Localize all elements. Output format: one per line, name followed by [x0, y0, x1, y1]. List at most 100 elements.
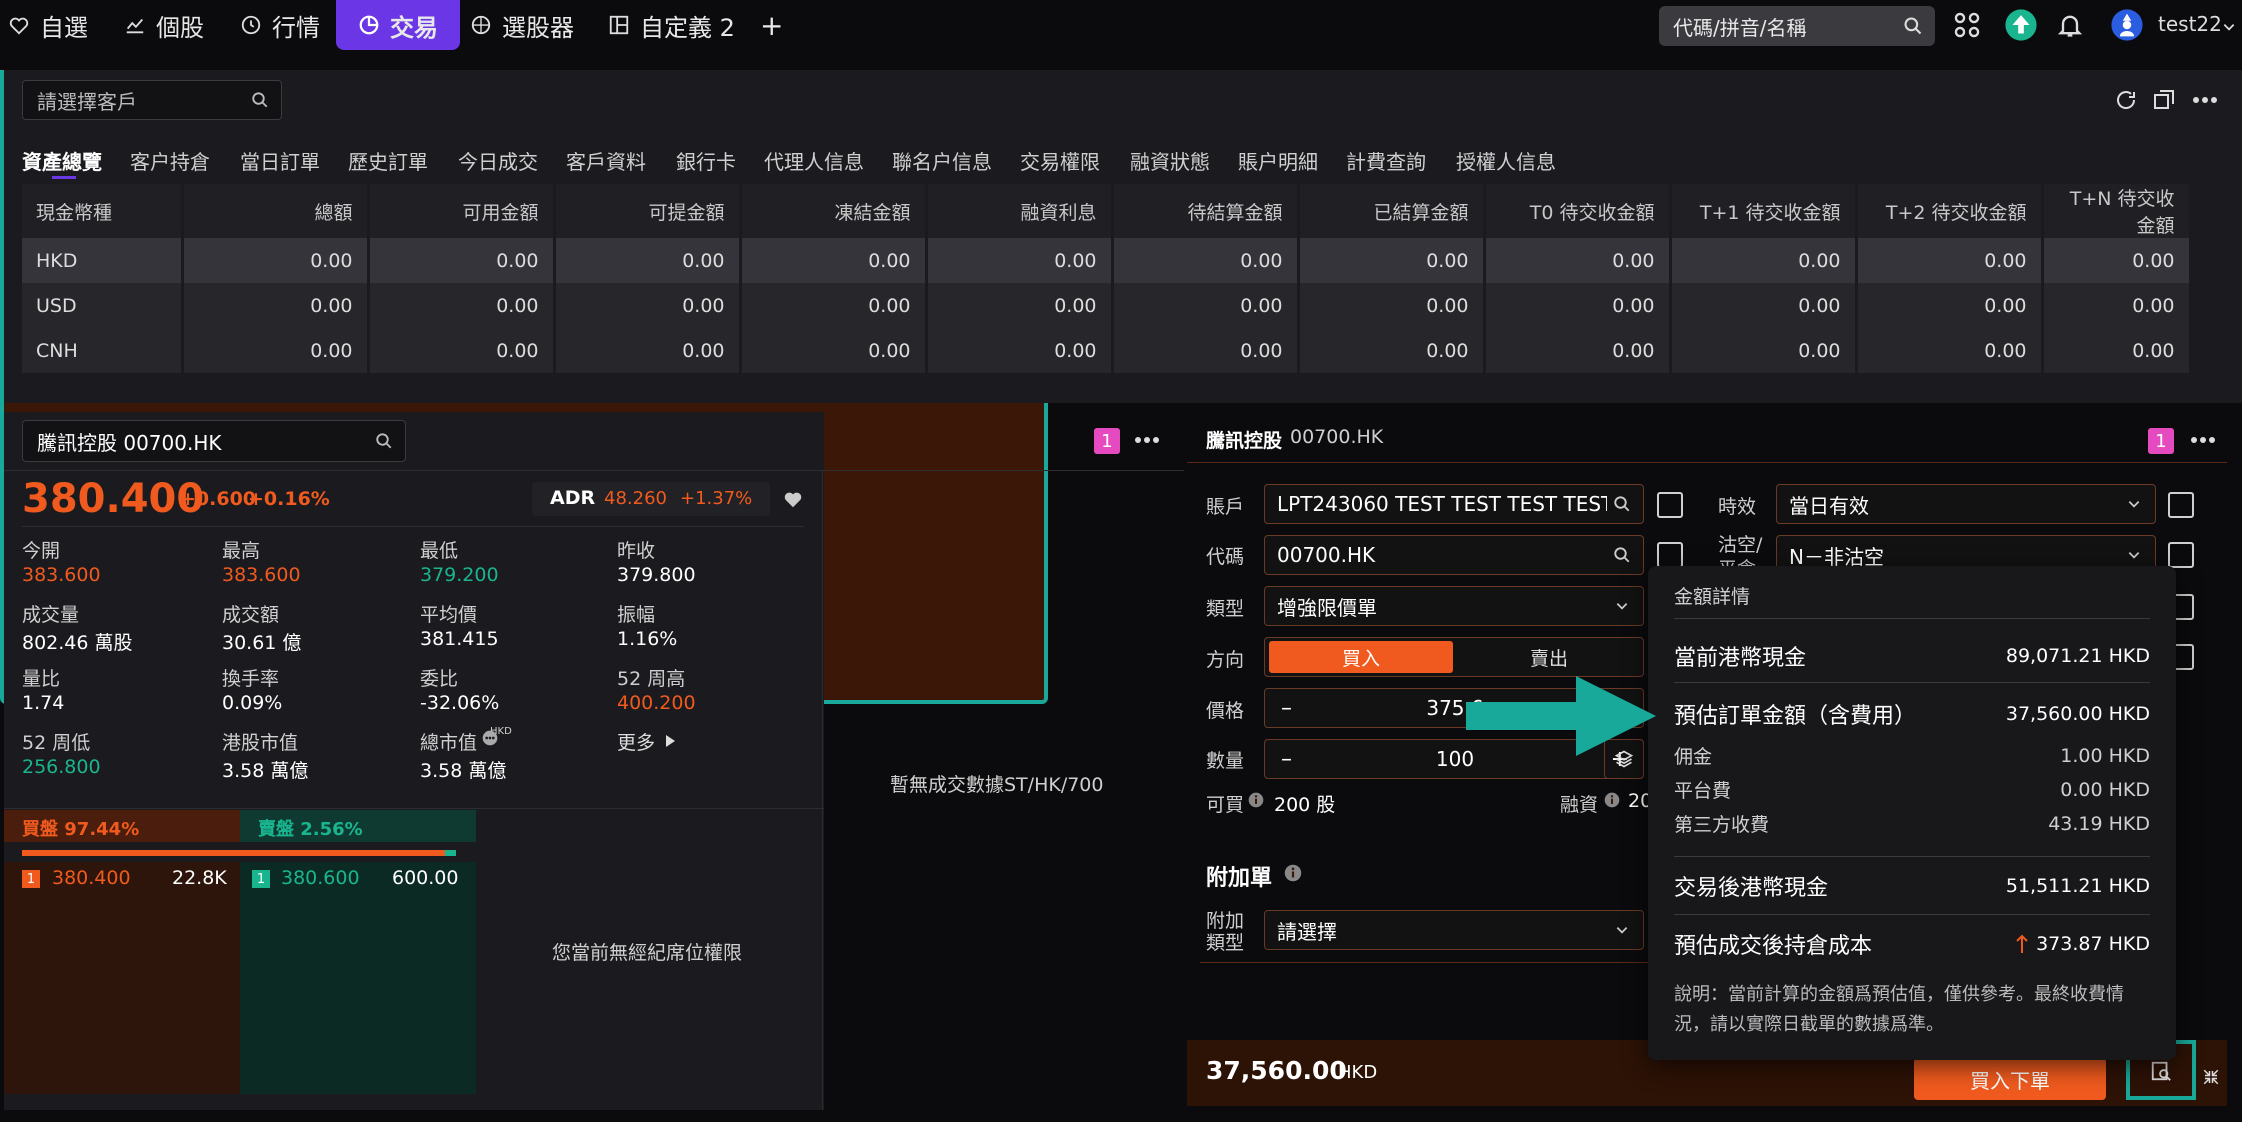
short-checkbox[interactable]	[2168, 542, 2194, 568]
tab-1[interactable]: 客户持倉	[130, 146, 210, 175]
account-checkbox[interactable]	[1657, 492, 1683, 518]
ask-header: 賣盤 2.56%	[240, 810, 476, 842]
ask-volume: 600.00	[392, 867, 459, 889]
validity-select[interactable]: 當日有效	[1776, 484, 2156, 524]
divider	[1674, 682, 2150, 683]
global-search-input[interactable]: 代碼/拼音/名稱	[1659, 6, 1935, 46]
stock-search-input[interactable]: 騰訊控股 00700.HK	[22, 420, 406, 462]
current-cash-label: 當前港幣現金	[1674, 646, 1807, 671]
bid-price[interactable]: 380.400	[52, 867, 131, 889]
nav-stock[interactable]: 個股	[124, 0, 204, 50]
chevron-down-icon[interactable]	[2222, 20, 2236, 34]
search-placeholder: 代碼/拼音/名稱	[1673, 15, 1807, 40]
column-header[interactable]: 融資利息	[926, 184, 1114, 238]
more-icon[interactable]	[2190, 436, 2216, 444]
tab-2[interactable]: 當日訂單	[240, 146, 320, 175]
link-group-badge[interactable]: 1	[2148, 428, 2174, 454]
table-cell: 0.00	[740, 283, 928, 328]
after-cash-label: 交易後港幣現金	[1674, 876, 1829, 901]
table-row[interactable]: HKD 0.00 0.00 0.00 0.00 0.00 0.00 0.00 0.00 0.00 0…	[22, 238, 2192, 283]
caret-right-icon[interactable]	[664, 734, 676, 748]
nav-screener[interactable]: 選股器	[470, 0, 574, 50]
column-header[interactable]: 已結算金額	[1298, 184, 1486, 238]
more-link[interactable]: 更多	[617, 728, 655, 755]
code-checkbox[interactable]	[1657, 542, 1683, 568]
collapse-icon[interactable]	[2202, 1068, 2220, 1086]
tab-12[interactable]: 計費查詢	[1346, 146, 1426, 175]
sell-button[interactable]: 賣出	[1457, 641, 1641, 673]
column-header[interactable]: 現金幣種	[22, 184, 184, 238]
ask-price[interactable]: 380.600	[281, 867, 360, 889]
direction-toggle: 買入 賣出	[1264, 637, 1644, 677]
column-header[interactable]: T+N 待交收金額	[2042, 184, 2192, 238]
column-header[interactable]: 可用金額	[368, 184, 556, 238]
refresh-icon[interactable]	[2114, 88, 2138, 112]
type-label: 類型	[1206, 598, 1245, 620]
tab-4[interactable]: 今日成交	[458, 146, 538, 175]
target-icon	[471, 15, 491, 35]
ask-book	[240, 862, 476, 1094]
table-cell: 0.00	[554, 238, 742, 283]
tab-7[interactable]: 代理人信息	[764, 146, 864, 175]
code-field[interactable]: 00700.HK	[1264, 535, 1644, 575]
assets-table: 現金幣種 總額 可用金額 可提金額 凍結金額 融資利息 待結算金額 已結算金額 T0 待交收金額…	[22, 184, 2192, 373]
table-cell: 0.00	[554, 328, 742, 373]
table-row[interactable]: USD 0.00 0.00 0.00 0.00 0.00 0.00 0.00 0.00 0.00 0…	[22, 283, 2192, 328]
column-header[interactable]: 待結算金額	[1112, 184, 1300, 238]
nav-label: 自定義 2	[640, 13, 735, 42]
addon-title: 附加單	[1206, 866, 1273, 891]
tab-9[interactable]: 交易權限	[1020, 146, 1100, 175]
apps-grid-icon[interactable]	[1950, 8, 1984, 42]
add-tab-button[interactable]: +	[760, 0, 783, 50]
buy-button[interactable]: 買入	[1269, 641, 1453, 673]
nav-label: 自選	[40, 13, 88, 42]
heart-icon[interactable]	[782, 488, 804, 510]
column-header[interactable]: T+1 待交收金額	[1670, 184, 1858, 238]
nav-watchlist[interactable]: 自選	[8, 0, 88, 50]
tab-10[interactable]: 融資狀態	[1130, 146, 1210, 175]
order-type-select[interactable]: 增強限價單	[1264, 586, 1644, 626]
column-header[interactable]: T0 待交收金額	[1484, 184, 1672, 238]
submit-buy-button[interactable]: 買入下單	[1914, 1058, 2106, 1100]
no-trades-message: 暫無成交數據ST/HK/700	[890, 774, 1104, 796]
adr-quote[interactable]: ADR 48.260 +1.37%	[532, 482, 770, 516]
column-header[interactable]: 可提金額	[554, 184, 742, 238]
tab-3[interactable]: 歷史訂單	[348, 146, 428, 175]
account-field[interactable]: LPT243060 TEST TEST TEST TEST	[1264, 484, 1644, 524]
price-change: +0.600	[180, 488, 257, 510]
username[interactable]: test22	[2158, 12, 2222, 36]
nav-trade[interactable]: 交易	[336, 0, 460, 50]
nav-market[interactable]: 行情	[240, 0, 320, 50]
link-group-badge[interactable]: 1	[1094, 428, 1120, 454]
table-cell: 0.00	[1670, 328, 1858, 373]
column-header[interactable]: 總額	[182, 184, 370, 238]
table-cell: 0.00	[554, 283, 742, 328]
tab-11[interactable]: 賬户明細	[1238, 146, 1318, 175]
more-icon[interactable]	[2192, 96, 2218, 104]
bid-level: 1	[22, 870, 40, 888]
popout-icon[interactable]	[2152, 88, 2176, 112]
tab-0[interactable]: 資產總覽	[22, 146, 102, 175]
top-nav: 自選 個股 行情 交易 選股器 自定義 2 + 代碼/拼音/名稱 test22	[0, 0, 2242, 70]
bell-icon[interactable]	[2053, 8, 2087, 42]
tab-6[interactable]: 銀行卡	[676, 146, 736, 175]
tab-5[interactable]: 客戶資料	[566, 146, 646, 175]
tab-13[interactable]: 授權人信息	[1456, 146, 1556, 175]
table-row[interactable]: CNH 0.00 0.00 0.00 0.00 0.00 0.00 0.00 0.00 0.00 0…	[22, 328, 2192, 373]
direction-label: 方向	[1206, 649, 1245, 671]
avatar[interactable]	[2110, 8, 2144, 42]
arrow-up-icon	[2016, 934, 2028, 953]
divider	[4, 470, 1184, 471]
column-header[interactable]: 凍結金額	[740, 184, 928, 238]
addon-type-select[interactable]: 請選擇	[1264, 910, 1644, 950]
client-select-input[interactable]: 請選擇客戶	[22, 80, 282, 120]
more-icon[interactable]	[1134, 436, 1160, 444]
total-amount[interactable]: 37,560.00	[1206, 1056, 1347, 1085]
table-cell: 0.00	[368, 283, 556, 328]
upgrade-icon[interactable]	[2004, 8, 2038, 42]
validity-checkbox[interactable]	[2168, 492, 2194, 518]
stat-value: 1.74	[22, 692, 65, 714]
column-header[interactable]: T+2 待交收金額	[1856, 184, 2044, 238]
nav-custom[interactable]: 自定義 2	[608, 0, 735, 50]
tab-8[interactable]: 聯名户信息	[892, 146, 992, 175]
